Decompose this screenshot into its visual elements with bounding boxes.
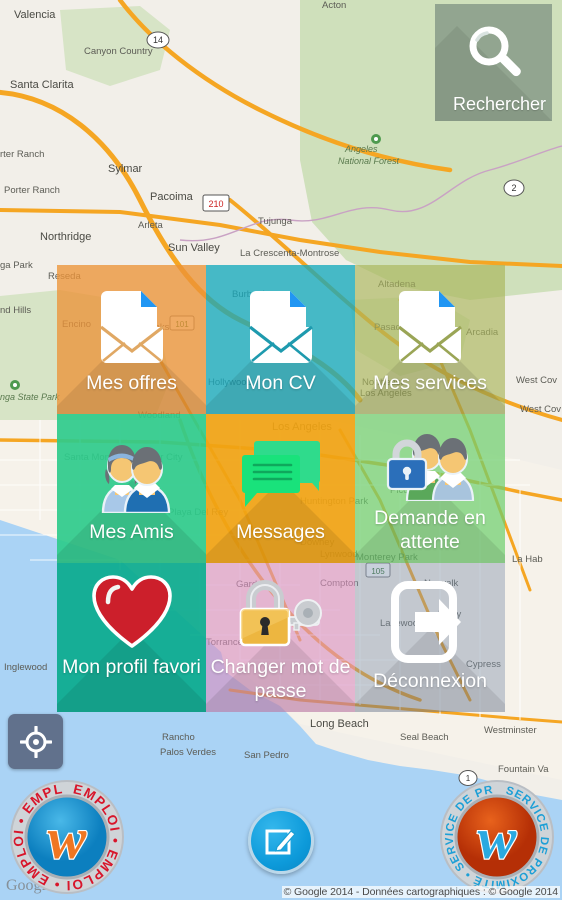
map-attribution: © Google 2014 - Données cartographiques … <box>281 886 560 898</box>
svg-text:Seal Beach: Seal Beach <box>400 732 449 743</box>
svg-text:nga State Park: nga State Park <box>0 392 60 402</box>
locate-me-button[interactable] <box>8 714 63 769</box>
svg-text:Pacoima: Pacoima <box>150 191 194 203</box>
magnifier-icon <box>465 22 527 89</box>
logout-arrow-icon <box>387 579 473 665</box>
compose-pencil-icon <box>265 829 296 855</box>
tile-label: Déconnexion <box>373 670 487 692</box>
svg-text:2: 2 <box>511 183 516 193</box>
svg-text:Porter Ranch: Porter Ranch <box>4 185 60 196</box>
svg-text:Northridge: Northridge <box>40 231 91 243</box>
tile-mes-amis[interactable]: Mes Amis <box>57 414 206 563</box>
tile-deconnexion[interactable]: Déconnexion <box>355 563 505 712</box>
svg-text:Westminster: Westminster <box>484 725 537 736</box>
tile-mon-cv[interactable]: Mon CV <box>206 265 355 414</box>
badge-service-de-proximite[interactable]: SERVICE DE PROXIMITÉ • SERVICE DE PROXIM… <box>433 768 556 896</box>
svg-text:La Hab: La Hab <box>512 554 543 565</box>
svg-text:210: 210 <box>208 199 223 209</box>
document-envelope-icon <box>244 281 318 367</box>
svg-text:Palos Verdes: Palos Verdes <box>160 747 216 758</box>
svg-text:Santa Clarita: Santa Clarita <box>10 79 74 91</box>
badge-letter: w <box>478 806 517 871</box>
svg-text:Inglewood: Inglewood <box>4 662 47 673</box>
tile-mon-profil-favori[interactable]: Mon profil favori <box>57 563 206 712</box>
tile-label: Mon CV <box>245 372 316 394</box>
svg-text:San Pedro: San Pedro <box>244 750 289 761</box>
svg-text:ga Park: ga Park <box>0 260 33 271</box>
document-envelope-icon <box>95 281 169 367</box>
svg-text:Fountain Va: Fountain Va <box>498 764 549 775</box>
svg-text:rter Ranch: rter Ranch <box>0 149 44 160</box>
people-lock-icon <box>383 424 477 502</box>
svg-text:West Cov: West Cov <box>516 375 557 386</box>
main-menu-grid: Mes offres Mon CV Mes services Mes Amis … <box>57 265 505 712</box>
search-label: Rechercher <box>452 94 546 114</box>
tile-changer-mot-de-passe[interactable]: Changer mot de passe <box>206 563 355 712</box>
tile-demande-en-attente[interactable]: Demande en attente <box>355 414 505 563</box>
svg-text:Long Beach: Long Beach <box>310 718 369 730</box>
svg-text:Tujunga: Tujunga <box>258 216 293 227</box>
tile-messages[interactable]: Messages <box>206 414 355 563</box>
heart-icon <box>90 573 174 651</box>
document-envelope-icon <box>393 281 467 367</box>
badge-emploi[interactable]: EMPLOI • EMPLOI • EMPLOI • EMPLOI • EMPL… <box>2 766 126 896</box>
tile-label: Mes Amis <box>89 521 174 543</box>
svg-text:National Forest: National Forest <box>338 156 400 166</box>
tile-label: Messages <box>236 521 325 543</box>
two-people-icon <box>89 430 175 516</box>
svg-text:Angeles: Angeles <box>344 144 378 154</box>
svg-text:La Crescenta-Montrose: La Crescenta-Montrose <box>240 248 339 259</box>
svg-text:Arleta: Arleta <box>138 220 164 231</box>
svg-text:Sun Valley: Sun Valley <box>168 242 220 254</box>
svg-text:Acton: Acton <box>322 0 346 11</box>
svg-text:Canyon Country: Canyon Country <box>84 46 153 57</box>
chat-bubbles-icon <box>239 430 323 516</box>
padlock-key-icon <box>235 573 327 651</box>
tile-label: Changer mot de passe <box>210 656 351 702</box>
search-button[interactable]: Rechercher <box>435 4 552 121</box>
svg-text:Sylmar: Sylmar <box>108 163 143 175</box>
tile-label: Mes offres <box>86 372 177 394</box>
svg-text:West Cov: West Cov <box>520 404 561 415</box>
tile-mes-offres[interactable]: Mes offres <box>57 265 206 414</box>
svg-text:Valencia: Valencia <box>14 9 56 21</box>
svg-text:14: 14 <box>153 35 163 45</box>
tile-label: Mes services <box>373 372 487 394</box>
svg-text:nd Hills: nd Hills <box>0 305 31 316</box>
tile-label: Demande en attente <box>374 507 486 553</box>
badge-letter: w <box>48 806 87 871</box>
compose-button[interactable] <box>248 808 314 874</box>
crosshair-icon <box>19 725 52 758</box>
tile-mes-services[interactable]: Mes services <box>355 265 505 414</box>
tile-label: Mon profil favori <box>62 656 201 678</box>
svg-text:Rancho: Rancho <box>162 732 195 743</box>
